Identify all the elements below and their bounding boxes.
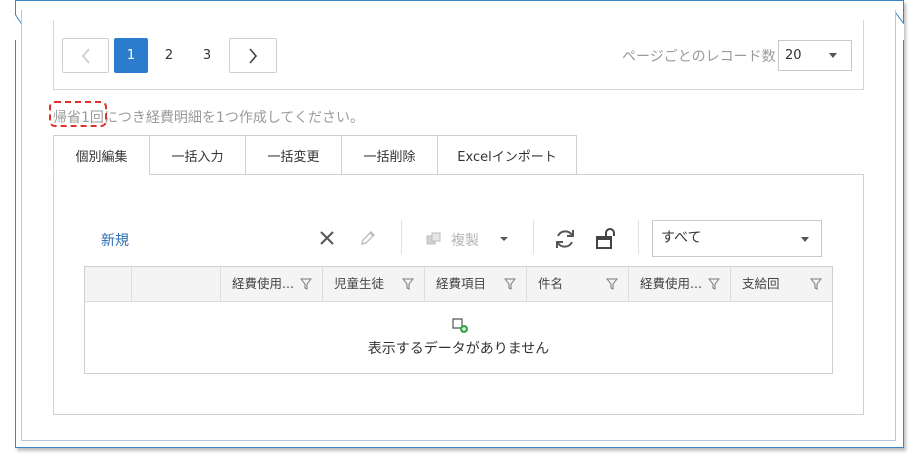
view-filter-select[interactable]: すべて xyxy=(652,220,822,257)
tab-bulk-change[interactable]: 一括変更 xyxy=(246,135,342,175)
column-label: 件名 xyxy=(538,276,564,291)
tab-excel-import[interactable]: Excelインポート xyxy=(438,135,577,175)
duplicate-icon xyxy=(426,232,441,245)
new-record-link[interactable]: 新規 xyxy=(101,230,129,250)
column-label: 経費使用... xyxy=(640,276,702,291)
tab-bulk-input[interactable]: 一括入力 xyxy=(150,135,246,175)
column-label: 経費項目 xyxy=(436,276,487,291)
grid-header-payment-round[interactable]: 支給回 xyxy=(731,267,832,301)
delete-button[interactable] xyxy=(317,228,337,248)
duplicate-dropdown-button[interactable] xyxy=(497,233,511,245)
page-size-value: 20 xyxy=(785,48,802,63)
tab-individual-edit[interactable]: 個別編集 xyxy=(53,135,150,175)
page-1-button[interactable]: 1 xyxy=(114,38,148,73)
page-size-select[interactable]: 20 xyxy=(778,40,852,71)
grid-header-expense-item[interactable]: 経費項目 xyxy=(425,267,527,301)
view-filter-value: すべて xyxy=(661,230,702,246)
tab-bulk-delete[interactable]: 一括削除 xyxy=(342,135,438,175)
duplicate-button[interactable] xyxy=(424,229,444,249)
no-data-icon xyxy=(452,318,468,333)
caret-down-icon xyxy=(829,53,837,58)
grid-header-select-column[interactable] xyxy=(85,267,132,301)
close-icon xyxy=(320,231,334,245)
grid-header-subject[interactable]: 件名 xyxy=(527,267,629,301)
page-3-button[interactable]: 3 xyxy=(190,38,224,73)
page-2-button[interactable]: 2 xyxy=(152,38,186,73)
grid-header: 経費使用... 児童生徒 経費項目 件名 経費使用... 支給回 xyxy=(85,267,832,302)
grid-empty-message: 表示するデータがありません xyxy=(367,341,550,357)
grid-header-expense-date[interactable]: 経費使用... xyxy=(221,267,323,301)
next-page-button[interactable] xyxy=(229,38,277,73)
grid-header-student[interactable]: 児童生徒 xyxy=(323,267,425,301)
duplicate-label: 複製 xyxy=(451,233,479,249)
toolbar-separator xyxy=(638,220,639,254)
chevron-left-icon xyxy=(81,47,90,64)
refresh-button[interactable] xyxy=(552,226,578,252)
filter-icon[interactable] xyxy=(810,278,822,290)
pencil-icon xyxy=(361,231,375,245)
filter-icon[interactable] xyxy=(402,278,414,290)
filter-icon[interactable] xyxy=(504,278,516,290)
chevron-down-icon xyxy=(500,237,508,241)
toolbar-separator xyxy=(401,220,402,254)
prev-page-button[interactable] xyxy=(62,38,109,73)
highlight-annotation xyxy=(49,101,107,127)
column-label: 児童生徒 xyxy=(334,276,385,291)
refresh-icon xyxy=(556,230,574,248)
chevron-right-icon xyxy=(249,47,258,64)
filter-icon[interactable] xyxy=(708,278,720,290)
column-label: 経費使用... xyxy=(232,276,294,291)
records-per-page-label: ページごとのレコード数 xyxy=(622,49,776,65)
toolbar-separator xyxy=(533,220,534,254)
unlock-icon xyxy=(596,228,615,249)
unlock-button[interactable] xyxy=(593,226,619,252)
grid-header-action-column xyxy=(132,267,221,301)
filter-icon[interactable] xyxy=(300,278,312,290)
caret-down-icon xyxy=(801,237,809,242)
filter-icon[interactable] xyxy=(606,278,618,290)
column-label: 支給回 xyxy=(742,276,780,291)
grid-header-expense-usage[interactable]: 経費使用... xyxy=(629,267,731,301)
edit-button[interactable] xyxy=(357,227,379,249)
